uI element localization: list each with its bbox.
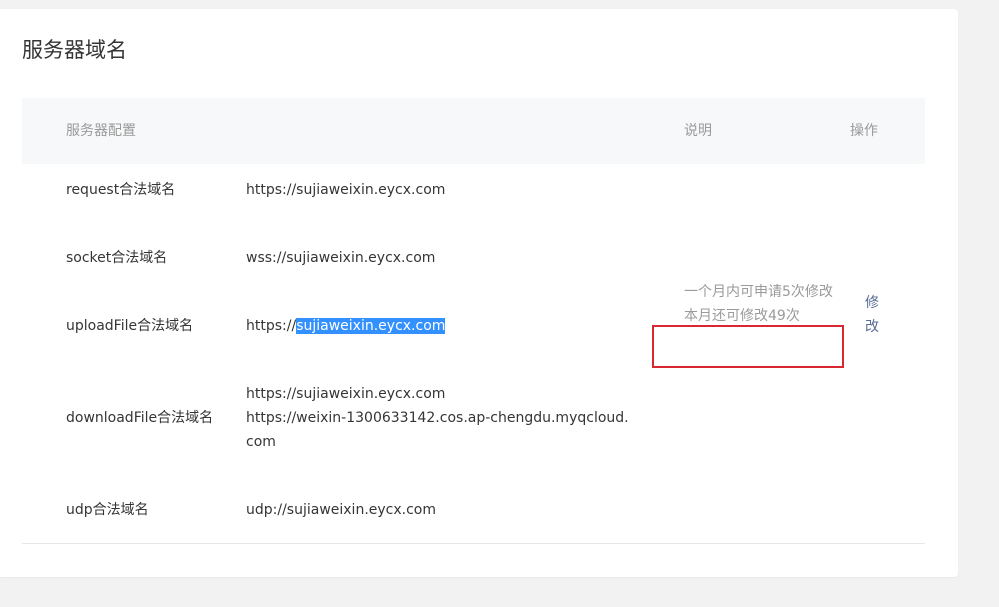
- header-operation: 操作: [850, 123, 878, 139]
- page-title: 服务器域名: [22, 38, 127, 62]
- domain-entry: udp://sujiaweixin.eycx.com: [246, 502, 437, 518]
- row-value-downloadfile: https://sujiaweixin.eycx.com https://wei…: [246, 382, 636, 454]
- description-text: 一个月内可申请5次修改 本月还可修改49次: [684, 280, 840, 328]
- row-label-request: request合法域名: [66, 182, 176, 198]
- row-label-downloadfile: downloadFile合法域名: [66, 410, 214, 426]
- domain-entry: https://sujiaweixin.eycx.com: [246, 386, 446, 402]
- table-header: 服务器配置 说明 操作: [22, 98, 925, 164]
- row-value-udp: udp://sujiaweixin.eycx.com: [246, 498, 636, 522]
- annotation-highlight-box: [652, 325, 844, 368]
- domain-entry: https://weixin-1300633142.cos.ap-chengdu…: [246, 410, 629, 450]
- domain-prefix: https://: [246, 318, 297, 334]
- modify-link[interactable]: 修改: [865, 291, 883, 339]
- row-value-uploadfile: https://sujiaweixin.eycx.com: [246, 314, 636, 338]
- header-server-config: 服务器配置: [66, 123, 136, 139]
- domain-entry: https://sujiaweixin.eycx.com: [246, 182, 446, 198]
- header-description: 说明: [684, 123, 712, 139]
- description-line-quota: 一个月内可申请5次修改: [684, 284, 833, 300]
- row-label-udp: udp合法域名: [66, 502, 149, 518]
- table-bottom-divider: [22, 543, 925, 544]
- selected-text: sujiaweixin.eycx.com: [296, 318, 446, 334]
- row-label-socket: socket合法域名: [66, 250, 168, 266]
- row-value-request: https://sujiaweixin.eycx.com: [246, 178, 636, 202]
- row-label-uploadfile: uploadFile合法域名: [66, 318, 194, 334]
- domain-entry: wss://sujiaweixin.eycx.com: [246, 250, 436, 266]
- row-value-socket: wss://sujiaweixin.eycx.com: [246, 246, 636, 270]
